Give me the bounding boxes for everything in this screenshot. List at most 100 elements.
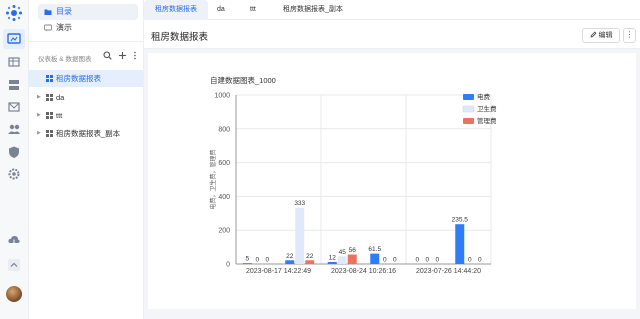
tab-rental-report[interactable]: 租房数据报表 xyxy=(144,0,208,20)
tab-bar: 租房数据报表 da ttt 租房数据报表_副本 xyxy=(144,0,640,20)
legend-label: 电费 xyxy=(477,92,491,101)
more-options-button[interactable]: ⋮ xyxy=(623,28,636,43)
nav-item-demo[interactable]: 演示 xyxy=(38,20,138,36)
page-header: 租房数据报表 编辑 ⋮ xyxy=(144,20,640,49)
bar-电费 xyxy=(370,253,380,264)
shield-icon[interactable] xyxy=(7,145,21,159)
datasource-icon[interactable] xyxy=(7,78,21,92)
icon-rail xyxy=(0,0,29,319)
bar-卫生费 xyxy=(337,256,347,264)
tree-item-label: 租房数据报表 xyxy=(56,74,101,83)
x-tick-label: 2023-08-24 10:26:16 xyxy=(331,268,396,275)
bar-chart: 0 200 400 600 800 1000 2023-08-17 14:22:49 2023… xyxy=(209,92,497,275)
app-logo-icon[interactable] xyxy=(5,4,23,22)
bar-value-label: 61.5 xyxy=(368,246,381,253)
caret-right-icon[interactable]: ▶ xyxy=(37,89,41,106)
more-vertical-icon[interactable] xyxy=(133,51,137,62)
page-title: 租房数据报表 xyxy=(151,32,209,43)
bar-value-label: 12 xyxy=(329,254,337,261)
legend-swatch xyxy=(463,94,474,100)
bar-value-label: 5 xyxy=(245,256,249,263)
divider xyxy=(29,41,143,42)
main-panel: 租房数据报表 da ttt 租房数据报表_副本 租房数据报表 编辑 ⋮ 自建数据… xyxy=(144,0,640,319)
x-tick-label: 2023-07-26 14:44:20 xyxy=(416,268,481,275)
gear-icon[interactable] xyxy=(7,167,21,181)
chart-card: 自建数据图表_1000 0 200 400 600 800 1000 2023-08-17 … xyxy=(148,53,636,309)
chat-icon xyxy=(44,24,52,32)
add-icon[interactable] xyxy=(118,51,127,62)
chart-data-labels: 5 0 02233322 1245 56 61.50 0 0 0 0235.50 0 xyxy=(245,200,482,263)
tree-item-label: 租房数据报表_副本 xyxy=(56,129,121,138)
bar-value-label: 22 xyxy=(306,253,314,260)
tree-item-da[interactable]: ▶ da xyxy=(29,89,143,106)
nav-item-catalog[interactable]: 目录 xyxy=(38,4,138,20)
caret-right-icon[interactable]: ▶ xyxy=(37,107,41,124)
dashboard-grid-icon xyxy=(46,112,53,119)
tree-item-label: da xyxy=(56,93,65,102)
bar-value-label: 235.5 xyxy=(452,217,469,224)
dashboard-icon[interactable] xyxy=(3,29,25,49)
bar-value-label: 333 xyxy=(294,200,305,207)
tree-item-label: ttt xyxy=(56,111,63,120)
chart-grid xyxy=(235,94,492,265)
tree-item-rental-report[interactable]: 租房数据报表 xyxy=(29,70,143,87)
bar-value-label: 0 xyxy=(393,257,397,264)
collapse-up-icon[interactable] xyxy=(7,258,21,272)
dashboard-grid-icon xyxy=(46,94,53,101)
tab-rental-report-copy[interactable]: 租房数据报表_副本 xyxy=(283,0,343,20)
y-tick-label: 0 xyxy=(226,262,230,269)
bar-value-label: 0 xyxy=(265,257,269,264)
bar-value-label: 0 xyxy=(383,257,387,264)
user-avatar[interactable] xyxy=(6,286,22,302)
bar-value-label: 0 xyxy=(468,257,472,264)
y-tick-label: 600 xyxy=(218,160,230,167)
bar-电费 xyxy=(242,263,252,264)
nav-item-label: 目录 xyxy=(56,7,72,16)
chart-bars xyxy=(242,207,465,264)
app-window: 目录 演示 仪表板 & 数据图表 租房数据报表 ▶ da ▶ ttt ▶ 租房数… xyxy=(0,0,640,319)
y-tick-label: 1000 xyxy=(214,93,230,100)
legend-swatch xyxy=(462,105,475,113)
bar-电费 xyxy=(327,261,337,264)
y-tick-label: 200 xyxy=(218,228,230,235)
bar-value-label: 45 xyxy=(339,249,347,256)
dashboard-grid-icon xyxy=(46,130,53,137)
bar-电费 xyxy=(455,224,465,264)
folder-icon xyxy=(44,9,52,15)
legend-label: 卫生费 xyxy=(477,104,497,113)
bar-value-label: 0 xyxy=(255,257,259,264)
search-icon[interactable] xyxy=(103,51,112,62)
pencil-icon xyxy=(589,31,596,38)
legend-swatch xyxy=(463,118,474,124)
dashboard-grid-icon xyxy=(46,75,53,82)
bar-电费 xyxy=(285,260,295,264)
bar-value-label: 56 xyxy=(349,247,357,254)
caret-right-icon[interactable]: ▶ xyxy=(37,125,41,142)
tree-item-rental-report-copy[interactable]: ▶ 租房数据报表_副本 xyxy=(29,125,143,142)
y-tick-label: 800 xyxy=(218,126,230,133)
edit-button[interactable]: 编辑 xyxy=(582,28,620,43)
sidebar-tree: 目录 演示 仪表板 & 数据图表 租房数据报表 ▶ da ▶ ttt ▶ 租房数… xyxy=(29,0,144,319)
bar-卫生费 xyxy=(295,207,305,264)
bar-value-label: 22 xyxy=(286,253,294,260)
cloud-download-icon[interactable] xyxy=(7,233,21,247)
chart-legend: 电费卫生费管理费 xyxy=(462,92,497,125)
tree-item-ttt[interactable]: ▶ ttt xyxy=(29,107,143,124)
bar-管理费 xyxy=(347,254,357,264)
nav-item-label: 演示 xyxy=(56,23,72,32)
tree-toolbar xyxy=(103,51,137,62)
edit-button-label: 编辑 xyxy=(598,32,613,39)
legend-label: 管理费 xyxy=(477,116,497,125)
tab-ttt[interactable]: ttt xyxy=(250,0,256,20)
x-tick-label: 2023-08-17 14:22:49 xyxy=(246,268,311,275)
bar-value-label: 0 xyxy=(425,257,429,264)
y-axis-label: 电费，卫生费，管理费 xyxy=(209,149,217,209)
bar-value-label: 0 xyxy=(478,257,482,264)
mail-icon[interactable] xyxy=(7,100,21,114)
section-title: 仪表板 & 数据图表 xyxy=(38,56,92,63)
bar-value-label: 0 xyxy=(415,257,419,264)
tab-da[interactable]: da xyxy=(217,0,225,20)
table-icon[interactable] xyxy=(7,55,21,69)
users-icon[interactable] xyxy=(7,122,21,136)
bar-value-label: 0 xyxy=(435,257,439,264)
